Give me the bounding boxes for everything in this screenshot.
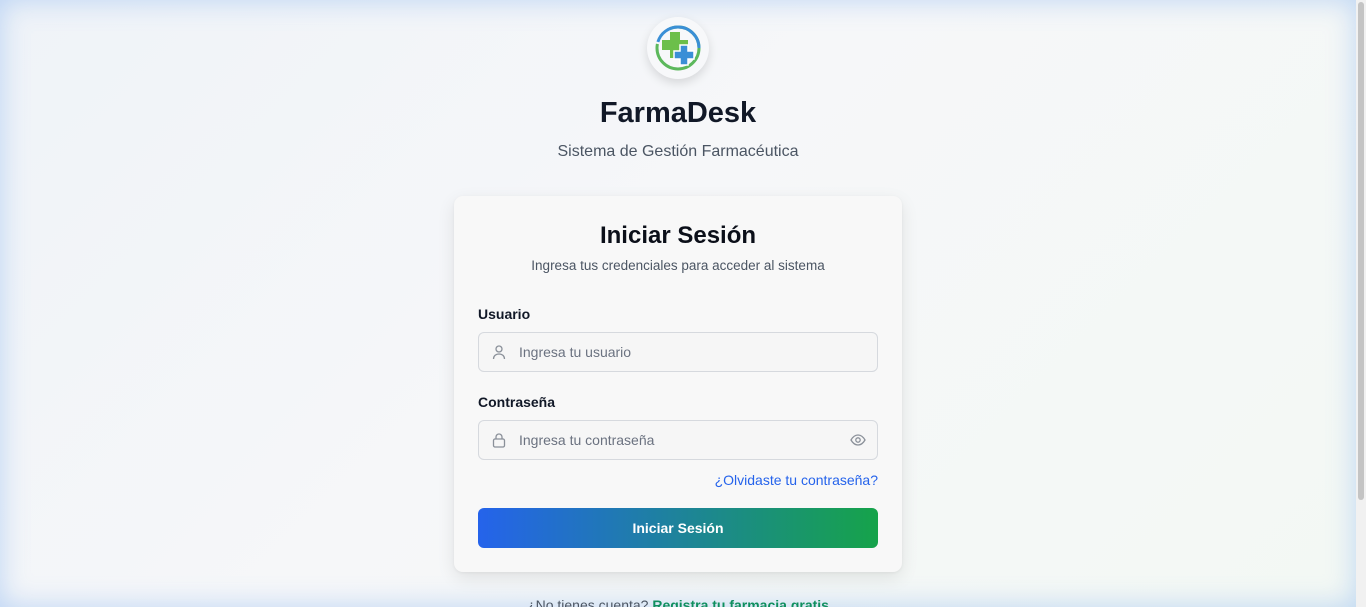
login-title: Iniciar Sesión	[599, 222, 757, 249]
app-logo	[647, 17, 709, 79]
password-input[interactable]	[519, 421, 839, 459]
password-label: Contraseña	[478, 394, 556, 410]
login-subtitle: Ingresa tus credenciales para acceder al…	[531, 258, 825, 273]
username-field-box	[478, 332, 878, 372]
app-title: FarmaDesk	[599, 97, 757, 129]
user-icon	[492, 345, 506, 360]
scrollbar[interactable]	[1356, 0, 1366, 607]
login-card: Iniciar Sesión Ingresa tus credenciales …	[454, 196, 902, 572]
eye-icon[interactable]	[850, 432, 866, 448]
lock-icon	[492, 433, 506, 448]
register-prompt-text: ¿No tienes cuenta?	[527, 597, 649, 607]
password-field-box	[478, 420, 878, 460]
page-background: FarmaDesk Sistema de Gestión Farmacéutic…	[0, 0, 1356, 607]
username-input[interactable]	[519, 333, 839, 371]
login-button[interactable]: Iniciar Sesión	[478, 508, 878, 548]
medical-cross-logo-icon	[655, 25, 701, 71]
scrollbar-thumb[interactable]	[1358, 2, 1364, 500]
forgot-password-link[interactable]: ¿Olvidaste tu contraseña?	[715, 472, 878, 488]
register-prompt: ¿No tienes cuenta? Registra tu farmacia …	[0, 597, 1356, 607]
username-label: Usuario	[478, 306, 531, 322]
register-link[interactable]: Registra tu farmacia gratis	[652, 597, 829, 607]
app-subtitle: Sistema de Gestión Farmacéutica	[557, 143, 799, 160]
